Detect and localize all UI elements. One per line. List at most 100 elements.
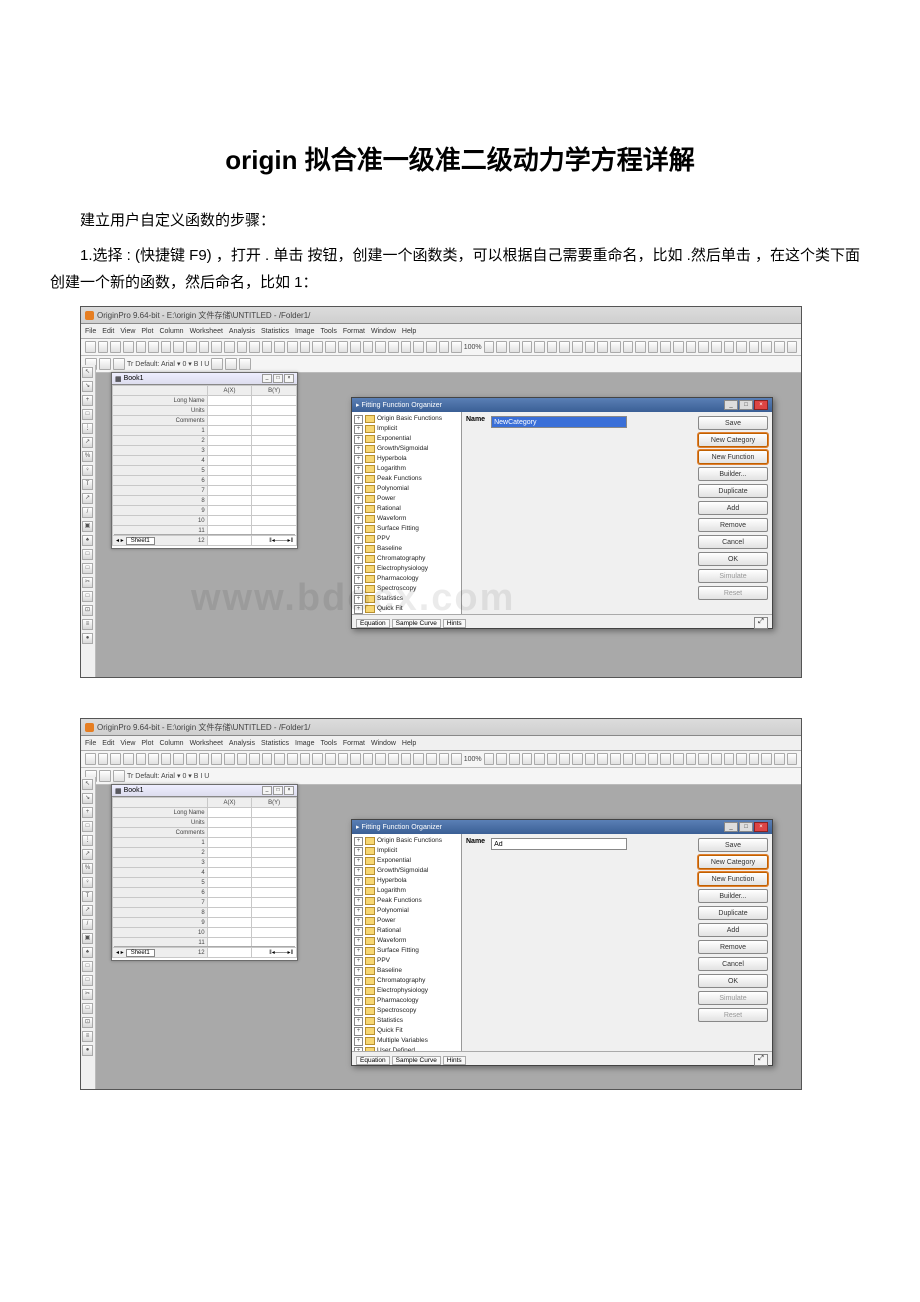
toolbar-button[interactable] — [375, 341, 386, 353]
toolbar-button[interactable] — [363, 341, 374, 353]
toolbar-button[interactable] — [262, 753, 273, 765]
side-tool[interactable]: □ — [82, 549, 93, 560]
remove-button[interactable]: Remove — [698, 940, 768, 954]
side-toolbar[interactable]: ↖↘+□⋮↗%♀T↗/▣♠□□✂□⊡≡● — [81, 365, 96, 677]
toolbar-button[interactable] — [439, 341, 450, 353]
side-tool[interactable]: ⋮ — [82, 835, 93, 846]
toolbar-button[interactable] — [559, 753, 570, 765]
side-tool[interactable]: □ — [82, 975, 93, 986]
toolbar-button[interactable] — [186, 753, 197, 765]
tree-item[interactable]: +Waveform — [354, 514, 459, 524]
menu-item[interactable]: Window — [371, 740, 396, 747]
toolbar-button[interactable] — [325, 341, 336, 353]
tb-btn[interactable] — [239, 358, 251, 370]
toolbar-button[interactable] — [673, 753, 684, 765]
tree-item[interactable]: +Surface Fitting — [354, 946, 459, 956]
toolbar-button[interactable] — [312, 341, 323, 353]
toolbar-button[interactable] — [148, 341, 159, 353]
tree-item[interactable]: +Quick Fit — [354, 1026, 459, 1036]
min-icon[interactable]: _ — [724, 400, 738, 410]
workbook-window[interactable]: ▦Book1 _□× A(X)B(Y)Long NameUnitsComment… — [111, 784, 298, 961]
tree-item[interactable]: +User Defined — [354, 1046, 459, 1051]
toolbar-button[interactable] — [648, 341, 659, 353]
side-tool[interactable]: □ — [82, 563, 93, 574]
cancel-button[interactable]: Cancel — [698, 957, 768, 971]
side-tool[interactable]: ✂ — [82, 577, 93, 588]
worksheet-grid[interactable]: A(X)B(Y)Long NameUnitsComments1234567891… — [112, 797, 297, 958]
simulate-button[interactable]: Simulate — [698, 991, 768, 1005]
tree-item[interactable]: +Growth/Sigmoidal — [354, 444, 459, 454]
toolbar-button[interactable] — [774, 341, 785, 353]
menu-item[interactable]: Plot — [141, 740, 153, 747]
toolbar-button[interactable] — [711, 341, 722, 353]
menu-item[interactable]: View — [120, 328, 135, 335]
tb-btn[interactable] — [99, 770, 111, 782]
menu-item[interactable]: Format — [343, 328, 365, 335]
menu-item[interactable]: Tools — [320, 740, 336, 747]
toolbar-button[interactable] — [401, 341, 412, 353]
toolbar-button[interactable] — [136, 753, 147, 765]
toolbar-button[interactable] — [338, 341, 349, 353]
tree-item[interactable]: +Multiple Variables — [354, 1036, 459, 1046]
toolbar-button[interactable] — [451, 753, 462, 765]
toolbar-button[interactable] — [338, 753, 349, 765]
side-tool[interactable]: ↖ — [82, 367, 93, 378]
side-tool[interactable]: ⋮ — [82, 423, 93, 434]
toolbar-button[interactable] — [426, 753, 437, 765]
toolbar-button[interactable] — [413, 341, 424, 353]
menu-item[interactable]: Window — [371, 328, 396, 335]
dialog-tabs[interactable]: Equation Sample Curve Hints ⤢ — [352, 614, 772, 631]
toolbar-button[interactable] — [698, 341, 709, 353]
toolbar-button[interactable] — [623, 753, 634, 765]
toolbar-button[interactable] — [211, 341, 222, 353]
side-toolbar[interactable]: ↖↘+□⋮↗%♀T↗/▣♠□□✂□⊡≡● — [81, 777, 96, 1089]
fitting-function-organizer-dialog[interactable]: ▸ Fitting Function Organizer _□× +Origin… — [351, 819, 773, 1066]
close-icon[interactable]: × — [754, 822, 768, 832]
tree-item[interactable]: +Origin Basic Functions — [354, 836, 459, 846]
tree-item[interactable]: +Spectroscopy — [354, 1006, 459, 1016]
toolbar-button[interactable] — [439, 753, 450, 765]
sheet-tabs[interactable]: ◂ ▸Sheet1 ‖◂───▸‖ — [114, 534, 295, 546]
toolbar-button[interactable] — [426, 341, 437, 353]
toolbar-button[interactable] — [363, 753, 374, 765]
toolbar-button[interactable] — [110, 753, 121, 765]
name-input[interactable] — [491, 838, 627, 850]
side-tool[interactable]: □ — [82, 1003, 93, 1014]
ok-button[interactable]: OK — [698, 974, 768, 988]
tree-item[interactable]: +Statistics — [354, 1016, 459, 1026]
toolbar-button[interactable] — [522, 341, 533, 353]
side-tool[interactable]: ↗ — [82, 493, 93, 504]
toolbar-button[interactable] — [724, 341, 735, 353]
toolbar-button[interactable] — [249, 753, 260, 765]
side-tool[interactable]: □ — [82, 591, 93, 602]
sheet-tabs[interactable]: ◂ ▸Sheet1 ‖◂───▸‖ — [114, 946, 295, 958]
toolbar-button[interactable] — [388, 753, 399, 765]
toolbar-button[interactable] — [597, 341, 608, 353]
side-tool[interactable]: ▣ — [82, 933, 93, 944]
toolbar-button[interactable] — [413, 753, 424, 765]
pin-icon[interactable]: ⤢ — [754, 617, 768, 629]
toolbar-button[interactable] — [761, 753, 772, 765]
menu-item[interactable]: Analysis — [229, 740, 255, 747]
toolbar-button[interactable] — [572, 341, 583, 353]
menu-item[interactable]: View — [120, 740, 135, 747]
tree-item[interactable]: +Waveform — [354, 936, 459, 946]
min-icon[interactable]: _ — [724, 822, 738, 832]
toolbar-button[interactable] — [85, 753, 96, 765]
menu-item[interactable]: Help — [402, 740, 416, 747]
tree-item[interactable]: +Peak Functions — [354, 896, 459, 906]
tab-hints[interactable]: Hints — [443, 619, 466, 628]
toolbar-button[interactable] — [484, 753, 495, 765]
toolbar-button[interactable] — [161, 341, 172, 353]
side-tool[interactable]: ↘ — [82, 793, 93, 804]
tb-btn[interactable] — [225, 358, 237, 370]
close-icon[interactable]: × — [754, 400, 768, 410]
tree-item[interactable]: +Growth/Sigmoidal — [354, 866, 459, 876]
toolbar-button[interactable] — [274, 341, 285, 353]
toolbar-button[interactable] — [401, 753, 412, 765]
toolbar-button[interactable] — [635, 341, 646, 353]
side-tool[interactable]: ♀ — [82, 465, 93, 476]
workbook-window[interactable]: ▦Book1 _□× A(X)B(Y)Long NameUnitsComment… — [111, 372, 298, 549]
toolbar-button[interactable] — [686, 753, 697, 765]
tree-item[interactable]: +Pharmacology — [354, 574, 459, 584]
